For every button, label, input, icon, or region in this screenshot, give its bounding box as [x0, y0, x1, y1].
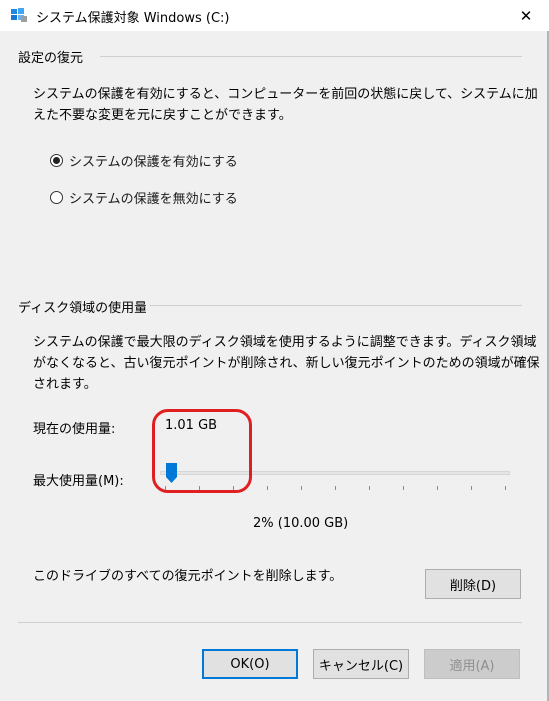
- cancel-button[interactable]: キャンセル(C): [313, 649, 409, 679]
- max-usage-display: 2% (10.00 GB): [253, 516, 349, 531]
- radio-enable-label: システムの保護を有効にする: [69, 155, 238, 170]
- disk-usage-divider: [150, 305, 522, 306]
- computer-shield-icon: [10, 7, 28, 23]
- delete-description: このドライブのすべての復元ポイントを削除します。: [33, 569, 343, 584]
- restore-description-line: えた不要な変更を元に戻すことができます。: [33, 108, 292, 123]
- red-highlight-annotation: [152, 409, 252, 493]
- disk-description-line: されます。: [33, 377, 97, 392]
- apply-button[interactable]: 適用(A): [424, 649, 520, 679]
- radio-disable-protection[interactable]: システムの保護を無効にする: [50, 188, 238, 207]
- disk-description-line: がなくなると、古い復元ポイントが削除され、新しい復元ポイントのための領域が確保: [33, 356, 540, 371]
- close-button[interactable]: ✕: [503, 0, 549, 31]
- slider-tick: [403, 486, 404, 490]
- max-usage-label: 最大使用量(M):: [33, 474, 124, 489]
- restore-description-line: システムの保護を有効にすると、コンピューターを前回の状態に戻して、システムに加: [33, 87, 538, 102]
- window-title: システム保護対象 Windows (C:): [36, 11, 230, 26]
- close-icon: ✕: [519, 6, 533, 25]
- ok-button[interactable]: OK(O): [202, 649, 298, 679]
- slider-tick: [301, 486, 302, 490]
- slider-tick: [437, 486, 438, 490]
- radio-button-checked[interactable]: [50, 154, 63, 167]
- disk-description-line: システムの保護で最大限のディスク領域を使用するように調整できます。ディスク領域: [33, 335, 537, 350]
- slider-tick: [335, 486, 336, 490]
- restore-settings-heading: 設定の復元: [18, 51, 84, 66]
- restore-description: システムの保護を有効にすると、コンピューターを前回の状態に戻して、システムに加 …: [33, 84, 538, 126]
- slider-tick: [505, 486, 506, 490]
- radio-disable-label: システムの保護を無効にする: [69, 192, 238, 207]
- current-usage-label: 現在の使用量:: [33, 422, 116, 437]
- disk-usage-heading: ディスク領域の使用量: [18, 301, 146, 316]
- slider-tick: [369, 486, 370, 490]
- footer-divider: [18, 622, 522, 623]
- slider-tick: [471, 486, 472, 490]
- restore-settings-divider: [100, 56, 522, 57]
- disk-usage-description: システムの保護で最大限のディスク領域を使用するように調整できます。ディスク領域 …: [33, 332, 540, 395]
- title-bar: システム保護対象 Windows (C:) ✕: [0, 0, 549, 31]
- radio-enable-protection[interactable]: システムの保護を有効にする: [50, 151, 238, 170]
- slider-tick: [267, 486, 268, 490]
- delete-button[interactable]: 削除(D): [425, 569, 521, 599]
- radio-button-unchecked[interactable]: [50, 191, 63, 204]
